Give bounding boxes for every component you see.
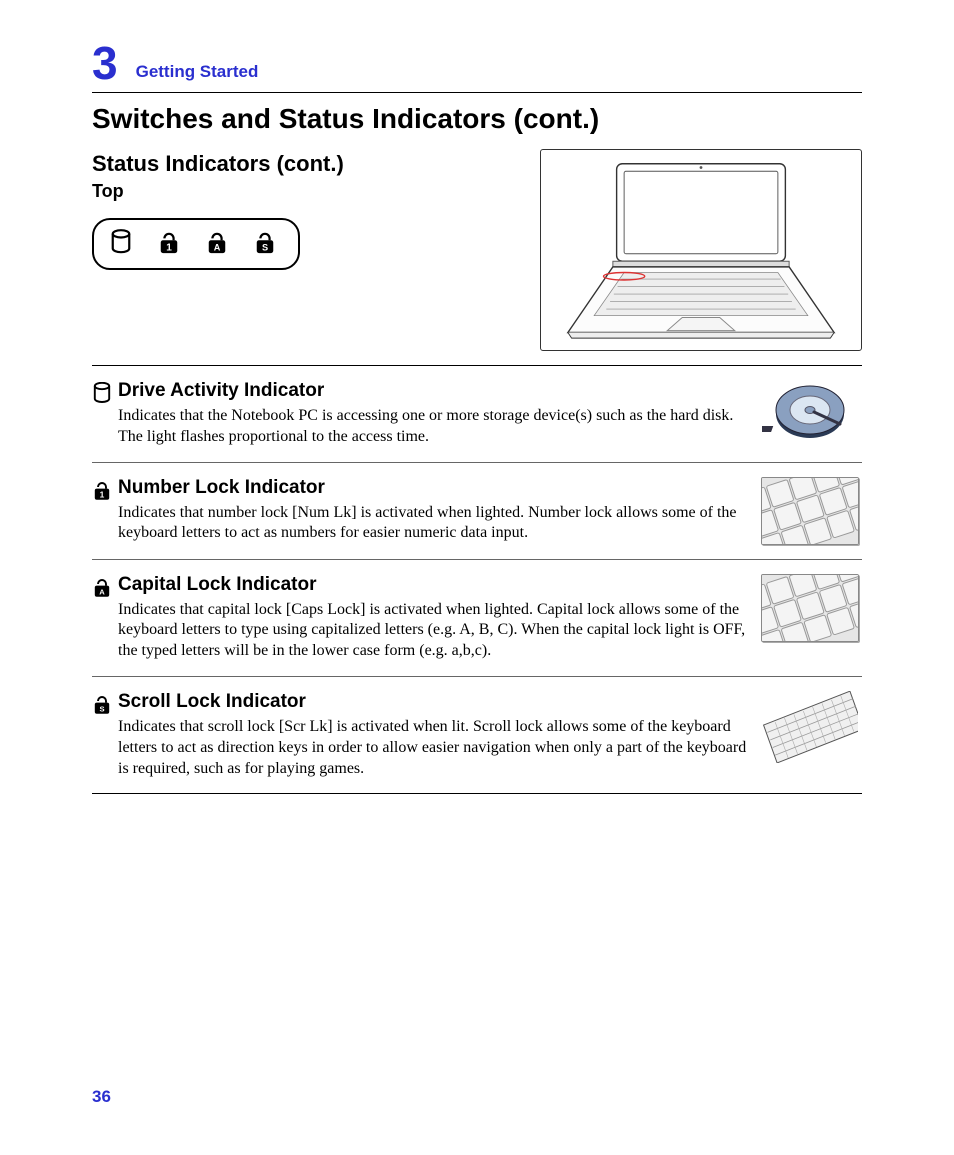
indicator-icon-strip: 1 A S [92,218,300,270]
chapter-number: 3 [92,40,118,86]
indicator-title: Drive Activity Indicator [118,380,748,402]
divider [92,365,862,366]
scrolllock-icon: S [254,229,282,259]
laptop-illustration [540,149,862,351]
divider [92,793,862,794]
indicator-title: Capital Lock Indicator [118,574,748,596]
section-title: Status Indicators (cont.) [92,151,432,177]
keyboard-closeup-image [761,477,859,545]
indicator-item: 1 Number Lock Indicator Indicates that n… [92,477,862,545]
indicator-item: S Scroll Lock Indicator Indicates that s… [92,691,862,779]
page-number: 36 [92,1087,111,1107]
svg-text:S: S [99,704,104,713]
svg-text:A: A [99,587,105,596]
indicator-text: Indicates that capital lock [Caps Lock] … [118,600,748,662]
indicator-item: A Capital Lock Indicator Indicates that … [92,574,862,662]
section-subhead: Top [92,181,432,202]
svg-text:A: A [214,242,221,252]
capslock-icon: A [92,574,118,600]
cylinder-icon [110,229,138,259]
page-title: Switches and Status Indicators (cont.) [92,103,862,135]
cylinder-icon [92,380,118,406]
indicator-text: Indicates that number lock [Num Lk] is a… [118,503,748,545]
divider [92,559,862,560]
indicator-title: Number Lock Indicator [118,477,748,499]
indicator-text: Indicates that scroll lock [Scr Lk] is a… [118,717,748,779]
indicator-title: Scroll Lock Indicator [118,691,748,713]
full-keyboard-image [762,691,858,763]
scrolllock-icon: S [92,691,118,717]
chapter-header: 3 Getting Started [92,40,862,93]
svg-text:S: S [262,242,268,252]
svg-text:1: 1 [166,242,172,253]
divider [92,676,862,677]
indicator-item: Drive Activity Indicator Indicates that … [92,380,862,448]
indicator-text: Indicates that the Notebook PC is access… [118,406,748,448]
capslock-icon: A [206,229,234,259]
numlock-icon: 1 [158,229,186,259]
hard-drive-image [762,380,858,446]
numlock-icon: 1 [92,477,118,503]
svg-text:1: 1 [100,489,105,499]
chapter-label: Getting Started [136,62,259,82]
divider [92,462,862,463]
keyboard-closeup-image [761,574,859,642]
